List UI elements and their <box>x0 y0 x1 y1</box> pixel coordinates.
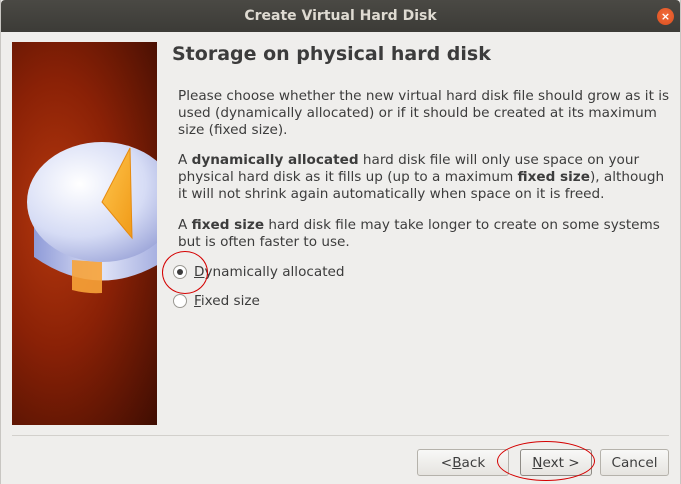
fixed-size-label[interactable]: Fixed size <box>194 293 260 309</box>
fixed-size-option[interactable]: Fixed size <box>173 293 260 309</box>
text-segment: A <box>178 217 192 233</box>
fixed-size-radio[interactable] <box>173 294 187 308</box>
close-icon[interactable]: × <box>657 8 674 25</box>
dynamic-description-paragraph: A dynamically allocated hard disk file w… <box>178 152 670 203</box>
button-separator <box>12 435 669 436</box>
dynamically-allocated-option[interactable]: Dynamically allocated <box>173 264 345 280</box>
dynamically-allocated-radio[interactable] <box>173 265 187 279</box>
hard-disk-icon <box>27 142 157 294</box>
fixed-description-paragraph: A fixed size hard disk file may take lon… <box>178 217 670 251</box>
page-title: Storage on physical hard disk <box>172 43 491 65</box>
mnemonic-letter: N <box>532 454 543 471</box>
intro-paragraph: Please choose whether the new virtual ha… <box>178 88 670 138</box>
window-title: Create Virtual Hard Disk <box>244 8 437 24</box>
create-virtual-hard-disk-dialog: Create Virtual Hard Disk × Storage on ph… <box>0 0 681 484</box>
bold-term: dynamically allocated <box>191 152 359 168</box>
button-text: ack <box>461 454 486 471</box>
hard-disk-illustration <box>12 42 157 425</box>
label-text: ynamically allocated <box>204 264 345 280</box>
dynamically-allocated-label[interactable]: Dynamically allocated <box>194 264 345 280</box>
mnemonic-letter: F <box>194 293 201 309</box>
mnemonic-letter: B <box>452 454 462 471</box>
text-segment: A <box>178 152 192 168</box>
mnemonic-letter: D <box>194 264 205 280</box>
button-text: ext > <box>542 454 580 471</box>
next-button[interactable]: Next > <box>520 449 592 476</box>
button-text: < <box>440 454 453 471</box>
bold-term: fixed size <box>191 217 265 233</box>
cancel-button[interactable]: Cancel <box>600 449 669 476</box>
window-titlebar[interactable]: Create Virtual Hard Disk × <box>1 0 680 32</box>
bold-term: fixed size <box>517 169 590 185</box>
back-button[interactable]: < Back <box>417 449 509 476</box>
label-text: ixed size <box>200 293 260 309</box>
